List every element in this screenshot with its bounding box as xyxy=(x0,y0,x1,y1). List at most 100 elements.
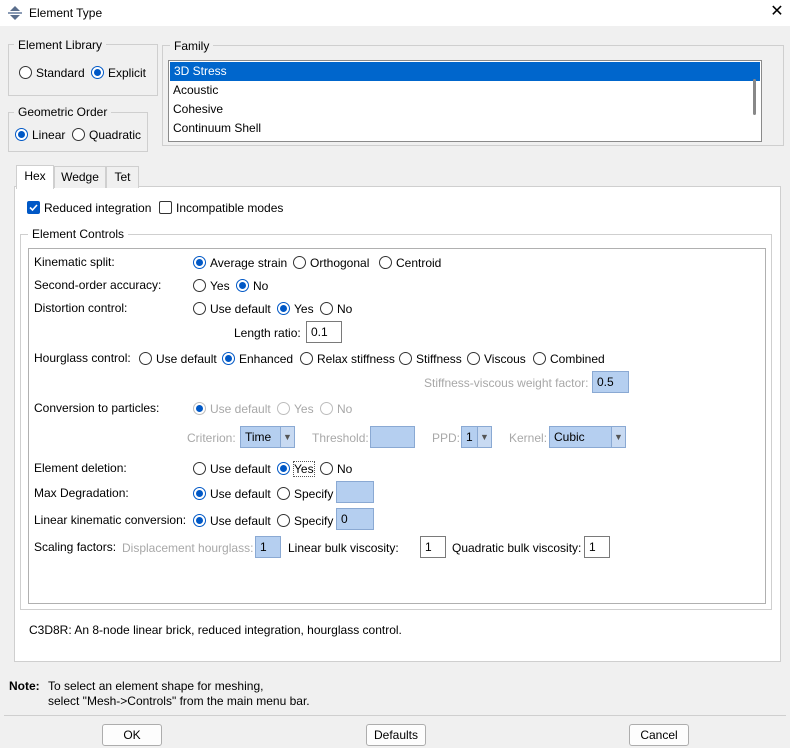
radio-degradation-default[interactable]: Use default xyxy=(193,486,271,501)
ok-button[interactable]: OK xyxy=(102,724,162,746)
radio-indicator xyxy=(277,462,290,476)
tab-tet[interactable]: Tet xyxy=(106,166,139,188)
checkbox-indicator xyxy=(27,201,40,215)
radio-deletion-yes[interactable]: Yes xyxy=(277,460,315,477)
radio-conversion-yes[interactable]: Yes xyxy=(277,401,314,416)
stiffness-viscous-input[interactable]: 0.5 xyxy=(592,371,629,393)
radio-hourglass-enhanced[interactable]: Enhanced xyxy=(222,351,293,366)
radio-viscous[interactable]: Viscous xyxy=(467,351,526,366)
scroll-thumb[interactable] xyxy=(753,79,756,115)
radio-distortion-default[interactable]: Use default xyxy=(193,301,271,316)
kinematic-split-label: Kinematic split: xyxy=(34,255,115,269)
radio-indicator xyxy=(193,402,206,416)
radio-conversion-no[interactable]: No xyxy=(320,401,352,416)
element-controls-legend: Element Controls xyxy=(28,227,129,241)
radio-combined[interactable]: Combined xyxy=(533,351,605,366)
radio-second-order-no[interactable]: No xyxy=(236,278,268,293)
note-label: Note: xyxy=(9,679,40,693)
radio-quadratic[interactable]: Quadratic xyxy=(72,127,141,142)
geometric-order-legend: Geometric Order xyxy=(14,105,112,119)
kernel-select[interactable]: Cubic ▼ xyxy=(549,426,626,448)
radio-indicator xyxy=(320,462,333,476)
list-item[interactable]: Acoustic xyxy=(169,81,761,100)
radio-deletion-no[interactable]: No xyxy=(320,461,352,476)
element-library-legend: Element Library xyxy=(14,38,107,52)
linear-kinematic-input[interactable]: 0 xyxy=(336,508,374,530)
radio-indicator xyxy=(293,256,306,270)
radio-centroid[interactable]: Centroid xyxy=(379,255,441,270)
criterion-label: Criterion: xyxy=(187,431,236,445)
radio-indicator xyxy=(277,487,290,501)
ppd-value: 1 xyxy=(466,430,473,444)
max-degradation-input[interactable] xyxy=(336,481,374,503)
distortion-control-label: Distortion control: xyxy=(34,301,128,315)
hourglass-control-label: Hourglass control: xyxy=(34,351,131,365)
radio-indicator xyxy=(277,402,290,416)
radio-distortion-no[interactable]: No xyxy=(320,301,352,316)
chevron-down-icon: ▼ xyxy=(280,427,294,447)
reduced-integration-checkbox[interactable]: Reduced integration xyxy=(27,200,151,215)
radio-indicator xyxy=(320,302,333,316)
separator xyxy=(4,715,786,716)
list-item[interactable]: Cohesive xyxy=(169,100,761,119)
window-title: Element Type xyxy=(29,6,103,20)
radio-relax-stiffness[interactable]: Relax stiffness xyxy=(300,351,395,366)
radio-indicator xyxy=(193,487,206,501)
radio-linear-kinematic-specify[interactable]: Specify xyxy=(277,513,333,528)
radio-indicator xyxy=(91,66,104,80)
linear-bulk-viscosity-label: Linear bulk viscosity: xyxy=(288,541,399,555)
threshold-label: Threshold: xyxy=(312,431,369,445)
criterion-select[interactable]: Time ▼ xyxy=(240,426,295,448)
radio-indicator xyxy=(193,514,206,528)
length-ratio-label: Length ratio: xyxy=(234,326,301,340)
kernel-label: Kernel: xyxy=(509,431,548,445)
quadratic-bulk-viscosity-label: Quadratic bulk viscosity: xyxy=(452,541,582,555)
list-item[interactable]: Continuum Shell xyxy=(169,119,761,138)
tab-hex[interactable]: Hex xyxy=(16,165,54,189)
tab-wedge[interactable]: Wedge xyxy=(54,166,106,188)
radio-conversion-default[interactable]: Use default xyxy=(193,401,271,416)
list-item[interactable]: 3D Stress xyxy=(170,62,760,81)
radio-second-order-yes[interactable]: Yes xyxy=(193,278,230,293)
note-line-2: select "Mesh->Controls" from the main me… xyxy=(48,694,310,708)
radio-indicator xyxy=(19,66,32,80)
displacement-hourglass-input[interactable]: 1 xyxy=(255,536,281,558)
radio-degradation-specify[interactable]: Specify xyxy=(277,486,333,501)
linear-bulk-viscosity-input[interactable]: 1 xyxy=(420,536,446,558)
element-deletion-label: Element deletion: xyxy=(34,461,127,475)
cancel-button[interactable]: Cancel xyxy=(629,724,689,746)
radio-deletion-default[interactable]: Use default xyxy=(193,461,271,476)
radio-hourglass-default[interactable]: Use default xyxy=(139,351,217,366)
ppd-select[interactable]: 1 ▼ xyxy=(461,426,492,448)
radio-orthogonal[interactable]: Orthogonal xyxy=(293,255,369,270)
radio-average-strain[interactable]: Average strain xyxy=(193,255,287,270)
incompatible-modes-checkbox[interactable]: Incompatible modes xyxy=(159,200,283,215)
family-scrollbar[interactable] xyxy=(747,61,761,141)
radio-indicator xyxy=(193,462,206,476)
radio-indicator xyxy=(399,352,412,366)
radio-explicit[interactable]: Explicit xyxy=(91,65,146,80)
linear-kinematic-label: Linear kinematic conversion: xyxy=(34,513,187,527)
radio-indicator xyxy=(193,279,206,293)
radio-indicator xyxy=(277,302,290,316)
radio-linear[interactable]: Linear xyxy=(15,127,65,142)
radio-indicator xyxy=(15,128,28,142)
kernel-value: Cubic xyxy=(554,430,585,444)
radio-standard[interactable]: Standard xyxy=(19,65,85,80)
radio-indicator xyxy=(193,302,206,316)
stiffness-viscous-label: Stiffness-viscous weight factor: xyxy=(424,376,589,390)
radio-linear-kinematic-default[interactable]: Use default xyxy=(193,513,271,528)
length-ratio-input[interactable]: 0.1 xyxy=(306,321,342,343)
radio-stiffness[interactable]: Stiffness xyxy=(399,351,462,366)
scaling-factors-label: Scaling factors: xyxy=(34,540,117,554)
threshold-input[interactable] xyxy=(370,426,415,448)
max-degradation-label: Max Degradation: xyxy=(34,486,129,500)
family-listbox[interactable]: 3D Stress Acoustic Cohesive Continuum Sh… xyxy=(168,60,762,142)
family-legend: Family xyxy=(170,39,214,53)
second-order-label: Second-order accuracy: xyxy=(34,278,162,292)
radio-indicator xyxy=(533,352,546,366)
radio-distortion-yes[interactable]: Yes xyxy=(277,301,314,316)
defaults-button[interactable]: Defaults xyxy=(366,724,426,746)
close-icon[interactable]: ✕ xyxy=(766,2,788,24)
quadratic-bulk-viscosity-input[interactable]: 1 xyxy=(584,536,610,558)
